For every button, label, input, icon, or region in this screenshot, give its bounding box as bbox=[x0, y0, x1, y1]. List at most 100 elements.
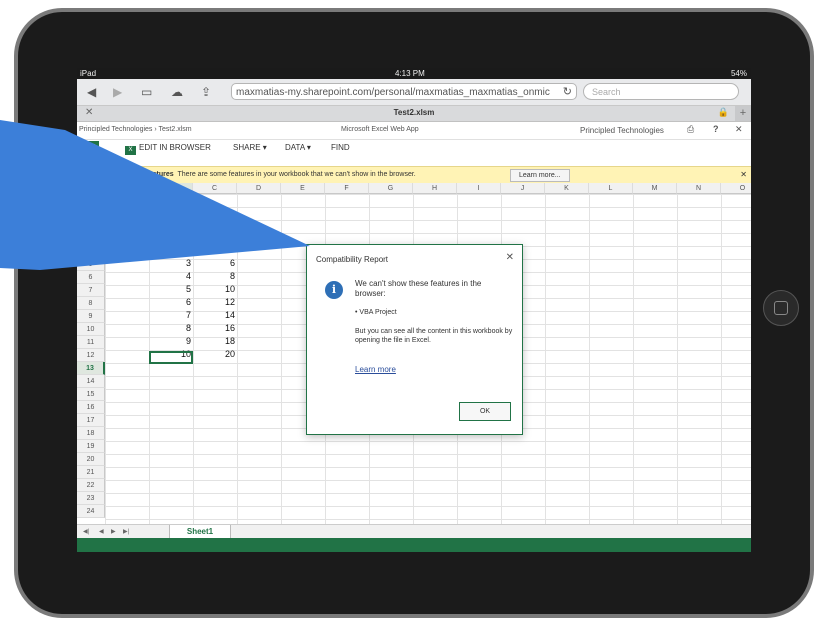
row-header[interactable]: 20 bbox=[77, 453, 105, 466]
data-menu[interactable]: DATA ▾ bbox=[285, 143, 311, 152]
cell-value[interactable]: 14 bbox=[193, 310, 235, 320]
row-header[interactable]: 23 bbox=[77, 492, 105, 505]
lock-icon: 🔒 bbox=[717, 107, 729, 117]
column-header[interactable]: M bbox=[633, 183, 677, 194]
bookmarks-icon[interactable]: ▭ bbox=[141, 85, 152, 99]
product-name: Microsoft Excel Web App bbox=[341, 126, 419, 133]
next-sheet-icon[interactable]: ▶ bbox=[111, 528, 116, 535]
column-header[interactable]: D bbox=[237, 183, 281, 194]
dialog-close-icon[interactable]: ✕ bbox=[506, 252, 514, 263]
column-header[interactable]: N bbox=[677, 183, 721, 194]
column-header[interactable]: O bbox=[721, 183, 751, 194]
prev-sheet-icon[interactable]: ◀ bbox=[99, 528, 104, 535]
row-header[interactable]: 6 bbox=[77, 271, 105, 284]
find-button[interactable]: FIND bbox=[331, 143, 350, 152]
column-header[interactable]: G bbox=[369, 183, 413, 194]
row-header[interactable]: 18 bbox=[77, 427, 105, 440]
home-button[interactable] bbox=[763, 290, 799, 326]
dialog-title: Compatibility Report bbox=[316, 255, 389, 264]
row-header[interactable]: 5 bbox=[77, 258, 105, 271]
cell-value[interactable]: 8 bbox=[193, 271, 235, 281]
share-icon[interactable]: ⇪ bbox=[201, 85, 211, 99]
column-header[interactable]: J bbox=[501, 183, 545, 194]
row-header[interactable]: 10 bbox=[77, 323, 105, 336]
learn-more-button[interactable]: Learn more... bbox=[510, 169, 570, 182]
url-text: maxmatias-my.sharepoint.com/personal/max… bbox=[236, 87, 550, 98]
dialog-message: We can't show these features in the brow… bbox=[355, 279, 482, 298]
clock: 4:13 PM bbox=[395, 69, 425, 78]
column-header[interactable]: B bbox=[149, 183, 193, 194]
row-header[interactable]: 19 bbox=[77, 440, 105, 453]
cell-value[interactable]: 5 bbox=[149, 284, 191, 294]
info-icon: i bbox=[81, 169, 93, 181]
tab-bar: ✕ Test2.xlsm 🔒 + bbox=[77, 106, 751, 122]
row-header[interactable]: 24 bbox=[77, 505, 105, 518]
row-header[interactable]: 8 bbox=[77, 297, 105, 310]
close-banner-icon[interactable]: ✕ bbox=[740, 170, 747, 179]
file-button[interactable]: FILE bbox=[77, 141, 99, 155]
cell-value[interactable]: 9 bbox=[149, 336, 191, 346]
column-header[interactable]: H bbox=[413, 183, 457, 194]
search-input[interactable]: Search bbox=[583, 83, 739, 100]
last-sheet-icon[interactable]: ▶| bbox=[123, 528, 129, 535]
row-header[interactable]: 16 bbox=[77, 401, 105, 414]
cell-value[interactable]: 6 bbox=[149, 297, 191, 307]
row-header[interactable]: 14 bbox=[77, 375, 105, 388]
new-tab-button[interactable]: + bbox=[735, 106, 751, 121]
select-all-corner[interactable] bbox=[77, 183, 105, 194]
cloud-icon[interactable]: ☁ bbox=[171, 85, 183, 99]
url-field[interactable]: maxmatias-my.sharepoint.com/personal/max… bbox=[231, 83, 577, 100]
row-header[interactable]: 12 bbox=[77, 349, 105, 362]
column-header[interactable]: A bbox=[105, 183, 149, 194]
banner-title: Unsupported Features bbox=[99, 171, 174, 178]
cell-value[interactable]: 18 bbox=[193, 336, 235, 346]
reload-icon[interactable]: ↻ bbox=[563, 84, 572, 99]
breadcrumb[interactable]: Principled Technologies › Test2.xlsm bbox=[79, 126, 192, 133]
close-app-button[interactable]: ✕ bbox=[735, 124, 743, 135]
row-header[interactable]: 13 bbox=[77, 362, 105, 375]
cell-value[interactable]: 12 bbox=[193, 297, 235, 307]
column-header[interactable]: C bbox=[193, 183, 237, 194]
info-icon: i bbox=[325, 281, 343, 299]
status-bar: iPad 4:13 PM 54% bbox=[77, 68, 751, 79]
column-header[interactable]: E bbox=[281, 183, 325, 194]
forward-icon[interactable]: ▶ bbox=[113, 85, 122, 99]
sheet-tab[interactable]: Sheet1 bbox=[169, 525, 231, 539]
org-name[interactable]: Principled Technologies bbox=[580, 126, 664, 135]
cell-value[interactable]: 4 bbox=[149, 271, 191, 281]
first-sheet-icon[interactable]: ◀| bbox=[83, 528, 89, 535]
back-icon[interactable]: ◀ bbox=[87, 85, 96, 99]
help-button[interactable]: ? bbox=[713, 124, 719, 134]
learn-more-link[interactable]: Learn more bbox=[355, 365, 396, 374]
excel-status-bar bbox=[77, 538, 751, 552]
battery: 54% bbox=[730, 69, 747, 78]
cell-value[interactable]: 3 bbox=[149, 258, 191, 268]
banner-text: Unsupported Features There are some feat… bbox=[99, 171, 416, 178]
print-icon[interactable]: ⎙ bbox=[687, 124, 694, 135]
cell-value[interactable]: 10 bbox=[193, 284, 235, 294]
app-header: Principled Technologies › Test2.xlsm Mic… bbox=[77, 122, 751, 140]
share-menu[interactable]: SHARE ▾ bbox=[233, 143, 267, 152]
row-header[interactable]: 7 bbox=[77, 284, 105, 297]
row-header[interactable]: 15 bbox=[77, 388, 105, 401]
cell-value[interactable]: 20 bbox=[193, 349, 235, 359]
edit-in-browser-button[interactable]: X EDIT IN BROWSER bbox=[125, 143, 211, 155]
column-header[interactable]: L bbox=[589, 183, 633, 194]
cell-value[interactable]: 7 bbox=[149, 310, 191, 320]
compatibility-dialog: Compatibility Report ✕ i We can't show t… bbox=[306, 244, 523, 435]
column-header[interactable]: F bbox=[325, 183, 369, 194]
cell-value[interactable]: 16 bbox=[193, 323, 235, 333]
row-header[interactable]: 9 bbox=[77, 310, 105, 323]
excel-icon: X bbox=[125, 146, 136, 155]
row-header[interactable]: 21 bbox=[77, 466, 105, 479]
column-header[interactable]: K bbox=[545, 183, 589, 194]
tab-title[interactable]: Test2.xlsm bbox=[77, 108, 751, 117]
row-header[interactable]: 22 bbox=[77, 479, 105, 492]
column-header[interactable]: I bbox=[457, 183, 501, 194]
cell-value[interactable]: 6 bbox=[193, 258, 235, 268]
row-header[interactable]: 11 bbox=[77, 336, 105, 349]
ok-button[interactable]: OK bbox=[459, 402, 511, 421]
cell-value[interactable]: 8 bbox=[149, 323, 191, 333]
row-header[interactable]: 17 bbox=[77, 414, 105, 427]
active-cell[interactable] bbox=[149, 351, 193, 364]
